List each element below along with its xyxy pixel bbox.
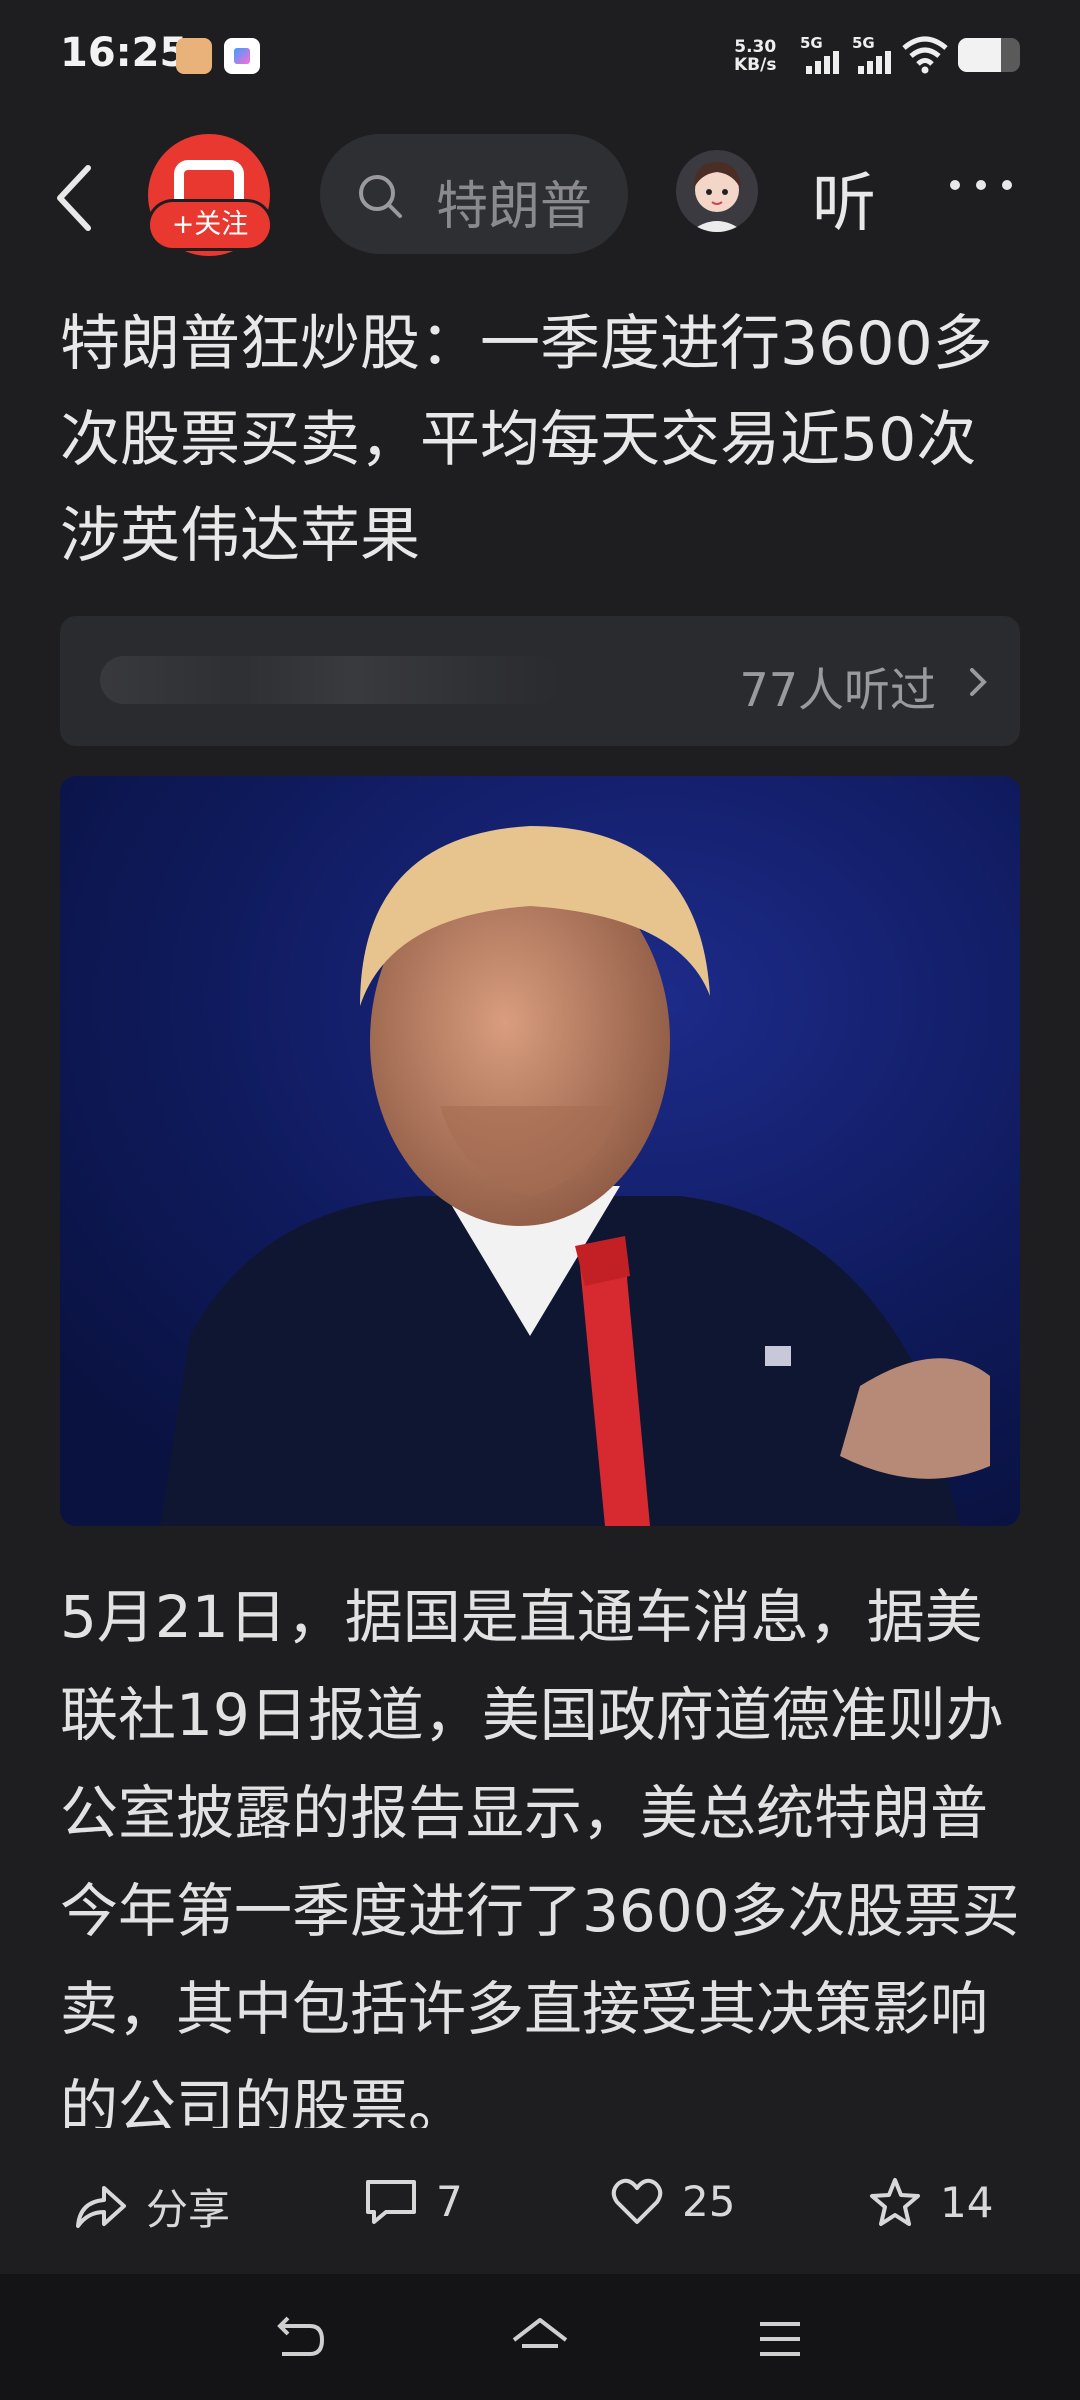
notification-app-icon bbox=[224, 38, 260, 74]
avatar[interactable] bbox=[676, 150, 758, 232]
like-button[interactable]: 25 bbox=[610, 2176, 735, 2226]
article-photo[interactable] bbox=[60, 776, 1020, 1526]
favorite-count: 14 bbox=[940, 2177, 994, 2227]
listen-button[interactable]: 听 bbox=[812, 152, 876, 244]
wifi-icon bbox=[902, 36, 948, 74]
action-bar: 分享 7 25 14 bbox=[0, 2150, 1080, 2250]
like-count: 25 bbox=[682, 2176, 736, 2226]
search-placeholder: 特朗普 bbox=[436, 177, 593, 237]
listen-count: 77人听过 bbox=[739, 663, 936, 717]
audio-listen-bar[interactable]: 77人听过 bbox=[60, 616, 1020, 746]
more-icon[interactable] bbox=[950, 180, 1012, 190]
article-body: 5月21日，据国是直通车消息，据美联社19日报道，美国政府道德准则办公室披露的报… bbox=[60, 1583, 1020, 2128]
chevron-right-icon bbox=[970, 668, 987, 696]
article-title: 特朗普狂炒股：一季度进行3600多次股票买卖，平均每天交易近50次 涉英伟达苹果 bbox=[60, 309, 993, 571]
comment-button[interactable]: 7 bbox=[364, 2176, 463, 2226]
heart-icon bbox=[611, 2178, 663, 2224]
share-button[interactable]: 分享 bbox=[72, 2176, 230, 2237]
back-icon[interactable] bbox=[48, 158, 108, 238]
nav-back-icon[interactable] bbox=[270, 2314, 330, 2364]
search-icon bbox=[359, 175, 402, 218]
follow-button[interactable]: +关注 bbox=[150, 202, 270, 248]
search-bar[interactable]: 特朗普 bbox=[320, 134, 628, 254]
signal-label: 5G bbox=[852, 34, 875, 52]
comment-count: 7 bbox=[436, 2176, 463, 2226]
net-speed-value: 5.30 bbox=[734, 37, 777, 57]
favorite-button[interactable]: 14 bbox=[868, 2176, 993, 2228]
share-label: 分享 bbox=[146, 2185, 231, 2234]
system-nav-bar bbox=[0, 2274, 1080, 2400]
net-speed: 5.30 KB/s bbox=[734, 38, 776, 74]
signal-icon: 5G bbox=[800, 34, 844, 74]
nav-menu-icon[interactable] bbox=[750, 2314, 810, 2364]
status-bar: 16:25 5.30 KB/s 5G 5G bbox=[0, 0, 1080, 110]
status-time: 16:25 bbox=[60, 30, 188, 76]
battery-icon bbox=[958, 38, 1020, 72]
signal-icon: 5G bbox=[852, 34, 896, 74]
share-icon bbox=[76, 2185, 126, 2228]
nav-home-icon[interactable] bbox=[510, 2314, 570, 2364]
net-speed-unit: KB/s bbox=[734, 55, 777, 75]
notification-app-icon bbox=[176, 38, 212, 74]
comment-icon bbox=[366, 2180, 416, 2224]
top-bar: +关注 特朗普 听 bbox=[0, 120, 1080, 270]
audio-blurred-text bbox=[100, 656, 560, 704]
signal-label: 5G bbox=[800, 34, 823, 52]
star-icon bbox=[870, 2178, 920, 2226]
